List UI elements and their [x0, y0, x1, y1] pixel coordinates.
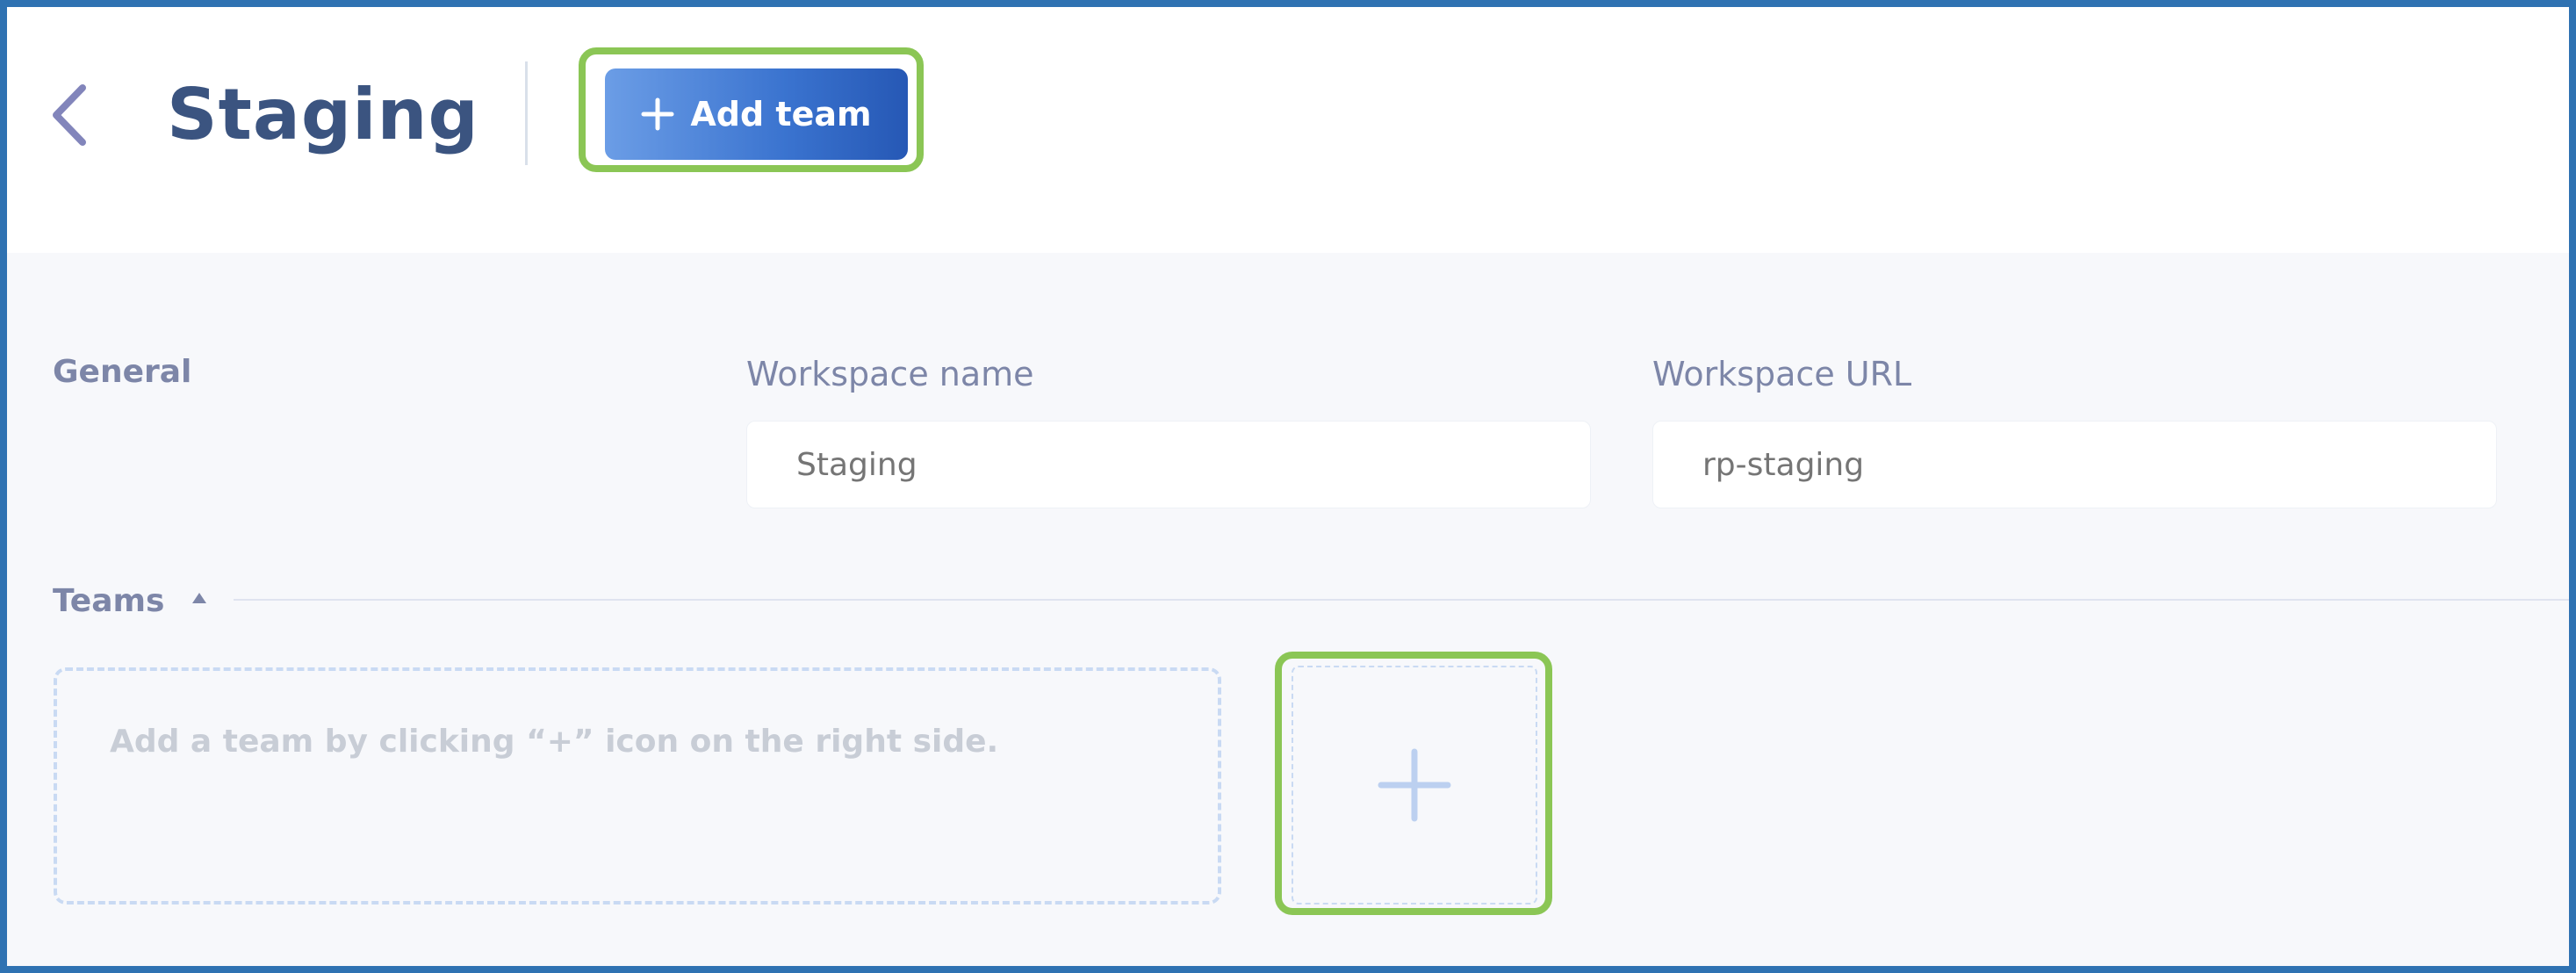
teams-section-toggle[interactable]: Teams	[53, 583, 164, 619]
workspace-name-label: Workspace name	[746, 355, 1034, 393]
workspace-name-input[interactable]	[746, 421, 1591, 508]
header-divider	[525, 61, 528, 165]
add-team-button[interactable]: Add team	[605, 68, 908, 160]
workspace-url-label: Workspace URL	[1652, 355, 1912, 393]
add-team-label: Add team	[690, 95, 872, 133]
plus-icon	[641, 97, 674, 131]
general-section-label: General	[53, 354, 192, 390]
page-header: Staging Add team	[7, 7, 2569, 253]
page-title: Staging	[167, 74, 479, 155]
teams-empty-message: Add a team by clicking “+” icon on the r…	[110, 724, 999, 760]
add-team-tile[interactable]	[1292, 666, 1537, 905]
workspace-url-input[interactable]	[1652, 421, 2497, 508]
back-button[interactable]	[42, 76, 104, 155]
screenshot-frame: Staging Add team General Workspace name …	[0, 0, 2576, 973]
chevron-left-icon	[42, 76, 104, 155]
caret-up-icon[interactable]	[191, 591, 207, 608]
teams-divider	[234, 599, 2569, 601]
teams-empty-state: Add a team by clicking “+” icon on the r…	[54, 667, 1221, 905]
